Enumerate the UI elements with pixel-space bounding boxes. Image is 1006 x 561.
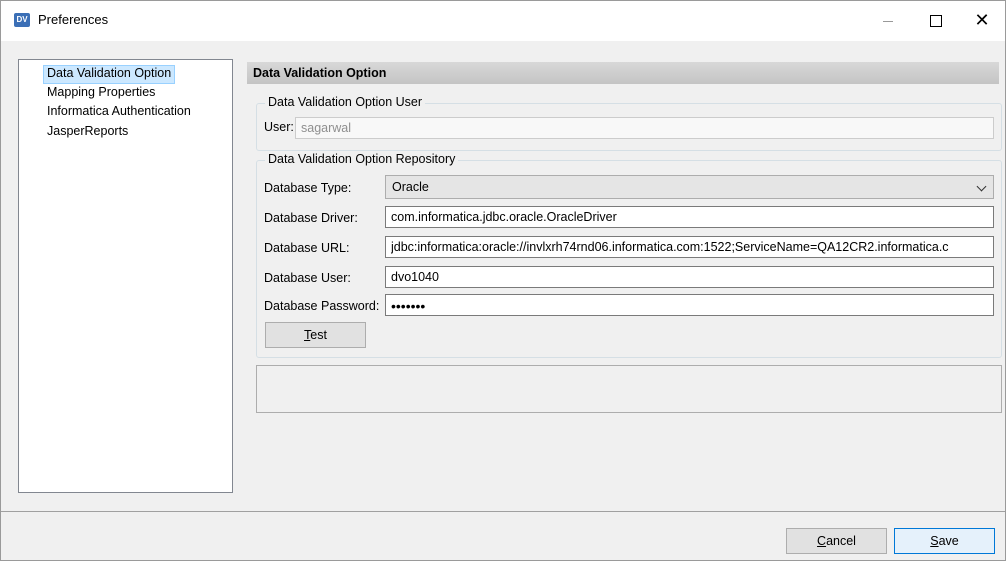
close-icon: ✕ (974, 10, 990, 31)
close-button[interactable]: ✕ (959, 1, 1005, 41)
database-driver-label: Database Driver: (264, 211, 358, 225)
save-button[interactable]: Save (894, 528, 995, 554)
password-mask: ••••••• (391, 298, 426, 314)
app-logo-icon: DV (14, 13, 30, 27)
save-button-mnemonic: S (930, 534, 939, 548)
window-title: Preferences (38, 12, 109, 27)
user-label: User: (264, 120, 294, 134)
section-header: Data Validation Option (247, 62, 999, 84)
database-password-field[interactable]: ••••••• (385, 294, 994, 316)
database-user-label: Database User: (264, 271, 351, 285)
database-password-label: Database Password: (264, 299, 380, 313)
test-button-label: est (310, 328, 327, 342)
chevron-down-icon (976, 181, 987, 192)
tree-item-data-validation-option[interactable]: Data Validation Option (43, 65, 176, 84)
minimize-button[interactable] (865, 1, 911, 41)
database-url-label: Database URL: (264, 241, 350, 255)
cancel-button-label: ancel (826, 534, 856, 548)
cancel-button[interactable]: Cancel (786, 528, 887, 554)
preferences-tree[interactable]: Data Validation Option Mapping Propertie… (18, 59, 233, 493)
save-button-label: ave (938, 534, 959, 548)
user-field[interactable] (295, 117, 994, 139)
cancel-button-mnemonic: C (817, 534, 827, 548)
repository-group: Data Validation Option Repository Databa… (256, 152, 1002, 358)
database-url-field[interactable] (385, 236, 994, 258)
tree-item-mapping-properties[interactable]: Mapping Properties (44, 84, 158, 101)
user-group: Data Validation Option User User: (256, 95, 1002, 151)
database-driver-field[interactable] (385, 206, 994, 228)
test-button[interactable]: Test (265, 322, 366, 348)
database-type-label: Database Type: (264, 181, 352, 195)
database-type-value: Oracle (392, 180, 429, 194)
footer-separator (1, 511, 1005, 512)
repository-group-legend: Data Validation Option Repository (265, 152, 459, 166)
minimize-icon (883, 20, 893, 22)
tree-item-jasperreports[interactable]: JasperReports (44, 123, 131, 140)
maximize-button[interactable] (913, 1, 959, 41)
message-area (256, 365, 1002, 413)
preferences-window: DV Preferences ✕ Data Validation Option … (0, 0, 1006, 561)
user-group-legend: Data Validation Option User (265, 95, 426, 109)
database-type-select[interactable]: Oracle (385, 175, 994, 199)
tree-item-informatica-authentication[interactable]: Informatica Authentication (44, 103, 194, 120)
database-user-field[interactable] (385, 266, 994, 288)
title-bar[interactable]: DV Preferences ✕ (1, 1, 1005, 41)
maximize-icon (930, 15, 942, 27)
